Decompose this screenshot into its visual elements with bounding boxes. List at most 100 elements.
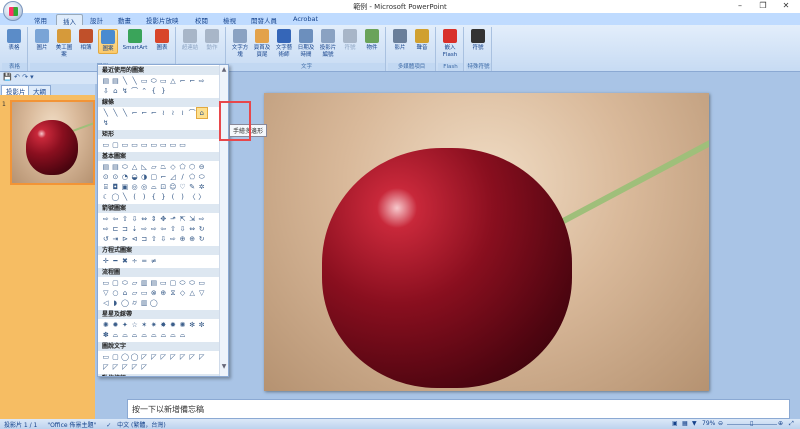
- shape-item[interactable]: ⇱: [178, 214, 188, 224]
- clipart-button[interactable]: 美工圖案: [54, 29, 74, 59]
- shape-item[interactable]: ▭: [101, 140, 111, 150]
- undo-icon[interactable]: ↶: [14, 73, 20, 81]
- shape-item[interactable]: ⊙: [101, 172, 111, 182]
- shape-item[interactable]: ▢: [111, 278, 121, 288]
- shape-item[interactable]: ⌓: [159, 330, 169, 340]
- shape-item[interactable]: ▽: [101, 288, 111, 298]
- shape-item[interactable]: ╲: [111, 108, 121, 118]
- shape-item[interactable]: ∕: [178, 172, 188, 182]
- zoom-level[interactable]: 79%: [702, 420, 715, 427]
- shape-item[interactable]: ⊏: [111, 224, 121, 234]
- zoom-in-icon[interactable]: ⊕: [778, 420, 783, 427]
- shape-item[interactable]: }: [159, 192, 169, 202]
- shape-item[interactable]: ◗: [111, 298, 121, 308]
- slide-canvas[interactable]: [264, 93, 709, 391]
- shape-item[interactable]: ◎: [130, 182, 140, 192]
- shape-item[interactable]: ≠: [149, 256, 159, 266]
- shape-item[interactable]: ▤: [101, 76, 111, 86]
- shape-item[interactable]: ≀: [159, 108, 169, 118]
- shape-item[interactable]: ⇔: [187, 224, 197, 234]
- shape-item[interactable]: ↯: [120, 86, 130, 96]
- shape-item[interactable]: ⬏: [168, 214, 178, 224]
- shape-item[interactable]: ): [139, 192, 149, 202]
- tab-outline[interactable]: 大綱: [28, 85, 51, 96]
- shape-item[interactable]: ▭: [178, 140, 188, 150]
- shape-item[interactable]: ▭: [101, 352, 111, 362]
- shape-item[interactable]: ⇕: [149, 214, 159, 224]
- shape-item[interactable]: ⇨: [139, 224, 149, 234]
- shape-item[interactable]: ⇔: [139, 214, 149, 224]
- shape-item[interactable]: ▢: [168, 278, 178, 288]
- shape-item[interactable]: ▭: [101, 278, 111, 288]
- shape-item[interactable]: ☾: [101, 192, 111, 202]
- redo-icon[interactable]: ↷: [22, 73, 28, 81]
- shape-item[interactable]: ▭: [120, 140, 130, 150]
- shape-item[interactable]: ⇨: [101, 224, 111, 234]
- shape-item[interactable]: ⌒: [130, 86, 140, 96]
- shape-item[interactable]: ⇩: [130, 214, 140, 224]
- album-button[interactable]: 相簿: [76, 29, 96, 52]
- shape-item[interactable]: ⊕: [159, 288, 169, 298]
- tab-2[interactable]: 設計: [84, 14, 109, 25]
- shape-item[interactable]: ⌐: [149, 108, 159, 118]
- shape-item[interactable]: ◸: [159, 352, 169, 362]
- shape-item[interactable]: ⬡: [187, 162, 197, 172]
- shape-item[interactable]: ═: [139, 256, 149, 266]
- shape-item[interactable]: ▱: [130, 288, 140, 298]
- tab-0[interactable]: 常用: [28, 14, 53, 25]
- shape-item[interactable]: ⌓: [178, 330, 188, 340]
- tab-6[interactable]: 檢視: [217, 14, 242, 25]
- tab-slides[interactable]: 投影片: [1, 85, 31, 96]
- shape-item[interactable]: ✸: [159, 320, 169, 330]
- shape-item[interactable]: △: [168, 76, 178, 86]
- shape-item[interactable]: ▥: [139, 298, 149, 308]
- shape-item[interactable]: ): [178, 192, 188, 202]
- restore-button[interactable]: ❐: [753, 1, 773, 10]
- shape-item[interactable]: ⇨: [197, 76, 207, 86]
- shape-item[interactable]: ⇦: [159, 224, 169, 234]
- shape-item[interactable]: ▤: [101, 162, 111, 172]
- shape-item[interactable]: ⬭: [120, 278, 130, 288]
- shape-item[interactable]: ⇧: [120, 214, 130, 224]
- shape-item[interactable]: ⇨: [149, 224, 159, 234]
- shape-item[interactable]: ⊖: [197, 162, 207, 172]
- shape-item[interactable]: ⌭: [130, 298, 140, 308]
- shape-item[interactable]: 〈: [187, 192, 197, 202]
- shape-item[interactable]: ⬠: [178, 162, 188, 172]
- shape-item[interactable]: ▢: [111, 140, 121, 150]
- shape-item[interactable]: ╲: [120, 192, 130, 202]
- shape-item[interactable]: ○: [111, 288, 121, 298]
- shape-item[interactable]: ▱: [130, 278, 140, 288]
- header-footer-button[interactable]: 頁首及頁尾: [252, 29, 272, 59]
- shape-item[interactable]: ⌂: [195, 107, 208, 119]
- shape-item[interactable]: ▤: [111, 162, 121, 172]
- shape-item[interactable]: ▭: [159, 278, 169, 288]
- wordart-button[interactable]: 文字藝術師: [274, 29, 294, 59]
- chart-button[interactable]: 圖表: [152, 29, 172, 52]
- shape-item[interactable]: ⬭: [187, 278, 197, 288]
- shape-item[interactable]: ⌒: [187, 108, 197, 118]
- shape-item[interactable]: ⇩: [178, 224, 188, 234]
- shape-item[interactable]: ⌓: [111, 330, 121, 340]
- shape-item[interactable]: ▱: [149, 162, 159, 172]
- shape-item[interactable]: ▥: [139, 278, 149, 288]
- movie-button[interactable]: 影片: [390, 29, 410, 52]
- shape-item[interactable]: ◇: [168, 162, 178, 172]
- shape-item[interactable]: ⌓: [120, 330, 130, 340]
- shape-item[interactable]: ⇥: [111, 234, 121, 244]
- slide-sorter-icon[interactable]: ▦: [682, 420, 688, 427]
- notes-field[interactable]: 按一下以新增備忘稿: [127, 399, 790, 419]
- normal-view-icon[interactable]: ▣: [672, 420, 678, 427]
- shape-item[interactable]: ▭: [139, 140, 149, 150]
- shape-item[interactable]: {: [149, 192, 159, 202]
- shape-item[interactable]: ⇨: [101, 214, 111, 224]
- shape-item[interactable]: ◑: [139, 172, 149, 182]
- shape-item[interactable]: ◸: [139, 362, 149, 372]
- minimize-button[interactable]: –: [730, 1, 750, 10]
- shape-item[interactable]: ⇧: [168, 224, 178, 234]
- shape-item[interactable]: ✛: [101, 256, 111, 266]
- shape-item[interactable]: ⌓: [139, 330, 149, 340]
- shape-item[interactable]: ⌸: [101, 182, 111, 192]
- shape-item[interactable]: ▭: [197, 278, 207, 288]
- shape-item[interactable]: ◸: [197, 352, 207, 362]
